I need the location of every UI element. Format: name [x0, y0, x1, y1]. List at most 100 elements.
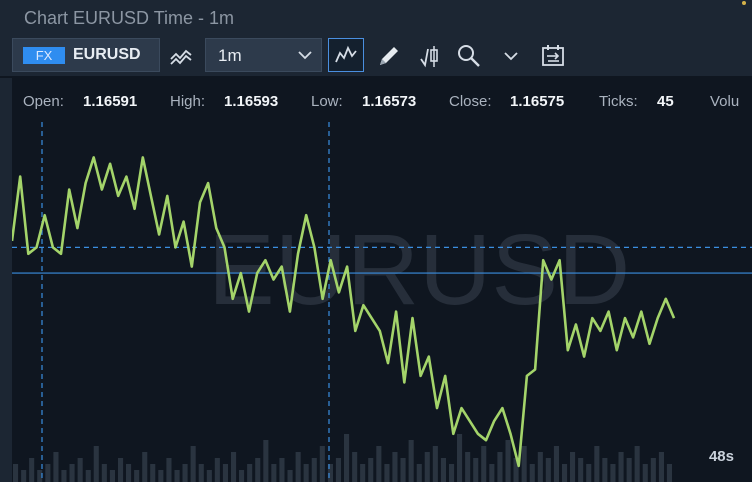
volume-bar: [109, 470, 115, 482]
volume-bar: [77, 458, 83, 482]
zoom-button[interactable]: [453, 40, 485, 72]
volume-bar: [424, 452, 430, 482]
volume-bar: [45, 464, 51, 482]
volume-bar: [384, 464, 390, 482]
volume-bar: [295, 452, 301, 482]
volume-bar: [101, 464, 107, 482]
volume-bar: [21, 470, 27, 482]
volume-bar: [182, 464, 188, 482]
chart-toolbar: FX EURUSD 1m: [0, 36, 752, 76]
volume-bar: [126, 464, 132, 482]
volume-bar: [344, 434, 350, 482]
chart-type-button[interactable]: [166, 40, 198, 72]
volume-label: Volu: [710, 93, 740, 110]
volume-bar: [440, 458, 446, 482]
volume-bar: [214, 458, 220, 482]
close-value: 1.16575: [510, 93, 565, 110]
symbol-watermark: EURUSD: [208, 214, 630, 326]
ohlc-info-bar: Open: 1.16591 High: 1.16593 Low: 1.16573…: [12, 78, 752, 122]
bar-countdown: 48s: [708, 448, 734, 465]
volume-bar: [553, 446, 559, 482]
open-label: Open:: [23, 93, 64, 110]
volume-bar: [489, 464, 495, 482]
close-label: Close:: [449, 93, 492, 110]
date-range-button[interactable]: [536, 40, 570, 72]
volume-bar: [360, 464, 366, 482]
symbol-selector[interactable]: FX EURUSD: [12, 38, 160, 72]
candlestick-icon: [420, 46, 438, 68]
volume-bar: [521, 446, 527, 482]
volume-bar: [13, 464, 19, 482]
volume-bar: [392, 452, 398, 482]
volume-bar: [29, 458, 35, 482]
volume-bar: [198, 464, 204, 482]
volume-bar: [231, 452, 237, 482]
interval-dropdown[interactable]: 1m: [205, 38, 322, 72]
ticks-value: 45: [657, 93, 674, 110]
pencil-icon: [380, 47, 398, 65]
volume-bar: [118, 458, 124, 482]
volume-bar: [85, 470, 91, 482]
volume-bar: [457, 434, 463, 482]
volume-bar: [174, 470, 180, 482]
calendar-range-icon: [542, 45, 564, 66]
volume-bar: [408, 440, 414, 482]
volume-bar: [134, 470, 140, 482]
volume-bar: [545, 458, 551, 482]
volume-bar: [626, 458, 632, 482]
volume-bar: [335, 458, 341, 482]
volume-bar: [586, 464, 592, 482]
window-edge-decoration: [742, 1, 746, 5]
price-chart[interactable]: EURUSD: [12, 78, 752, 482]
low-value: 1.16573: [362, 93, 417, 110]
chart-left-strip: [0, 78, 12, 482]
volume-bar: [481, 446, 487, 482]
volume-bar: [368, 458, 374, 482]
volume-bar: [473, 458, 479, 482]
window-titlebar: Chart EURUSD Time - 1m: [0, 0, 752, 36]
indicators-button[interactable]: [414, 40, 448, 72]
volume-bar: [263, 440, 269, 482]
volume-bar: [449, 464, 455, 482]
volume-bar: [376, 446, 382, 482]
volume-bar: [53, 452, 59, 482]
draw-tool-button[interactable]: [372, 40, 406, 72]
volume-bar: [190, 446, 196, 482]
volume-bar: [570, 452, 576, 482]
chart-type-icon: [170, 49, 192, 65]
high-label: High:: [170, 93, 206, 110]
volume-bar: [222, 464, 228, 482]
window-title: Chart EURUSD Time - 1m: [24, 8, 235, 28]
volume-bar: [562, 464, 568, 482]
chart-area[interactable]: EURUSD: [12, 78, 752, 482]
line-chart-button[interactable]: [328, 38, 364, 72]
volume-bar: [400, 458, 406, 482]
ticks-label: Ticks:: [599, 93, 638, 110]
volume-bar: [206, 470, 212, 482]
volume-bar: [158, 470, 164, 482]
volume-bar: [319, 446, 325, 482]
volume-bar: [69, 464, 75, 482]
volume-bar: [279, 458, 285, 482]
volume-bar: [287, 470, 293, 482]
volume-bar: [416, 464, 422, 482]
open-value: 1.16591: [83, 93, 138, 110]
volume-bar: [634, 446, 640, 482]
volume-bar: [61, 470, 67, 482]
interval-value: 1m: [218, 46, 242, 65]
low-label: Low:: [311, 93, 343, 110]
volume-bars: [13, 434, 672, 482]
volume-bar: [352, 452, 358, 482]
line-chart-icon: [335, 45, 357, 63]
volume-bar: [537, 452, 543, 482]
volume-bar: [432, 446, 438, 482]
volume-bar: [650, 458, 656, 482]
volume-bar: [311, 458, 317, 482]
volume-bar: [602, 458, 608, 482]
more-tools-dropdown[interactable]: [496, 40, 526, 72]
volume-bar: [594, 446, 600, 482]
chevron-down-icon: [504, 52, 518, 61]
volume-bar: [618, 452, 624, 482]
search-icon: [458, 45, 480, 67]
volume-bar: [497, 452, 503, 482]
